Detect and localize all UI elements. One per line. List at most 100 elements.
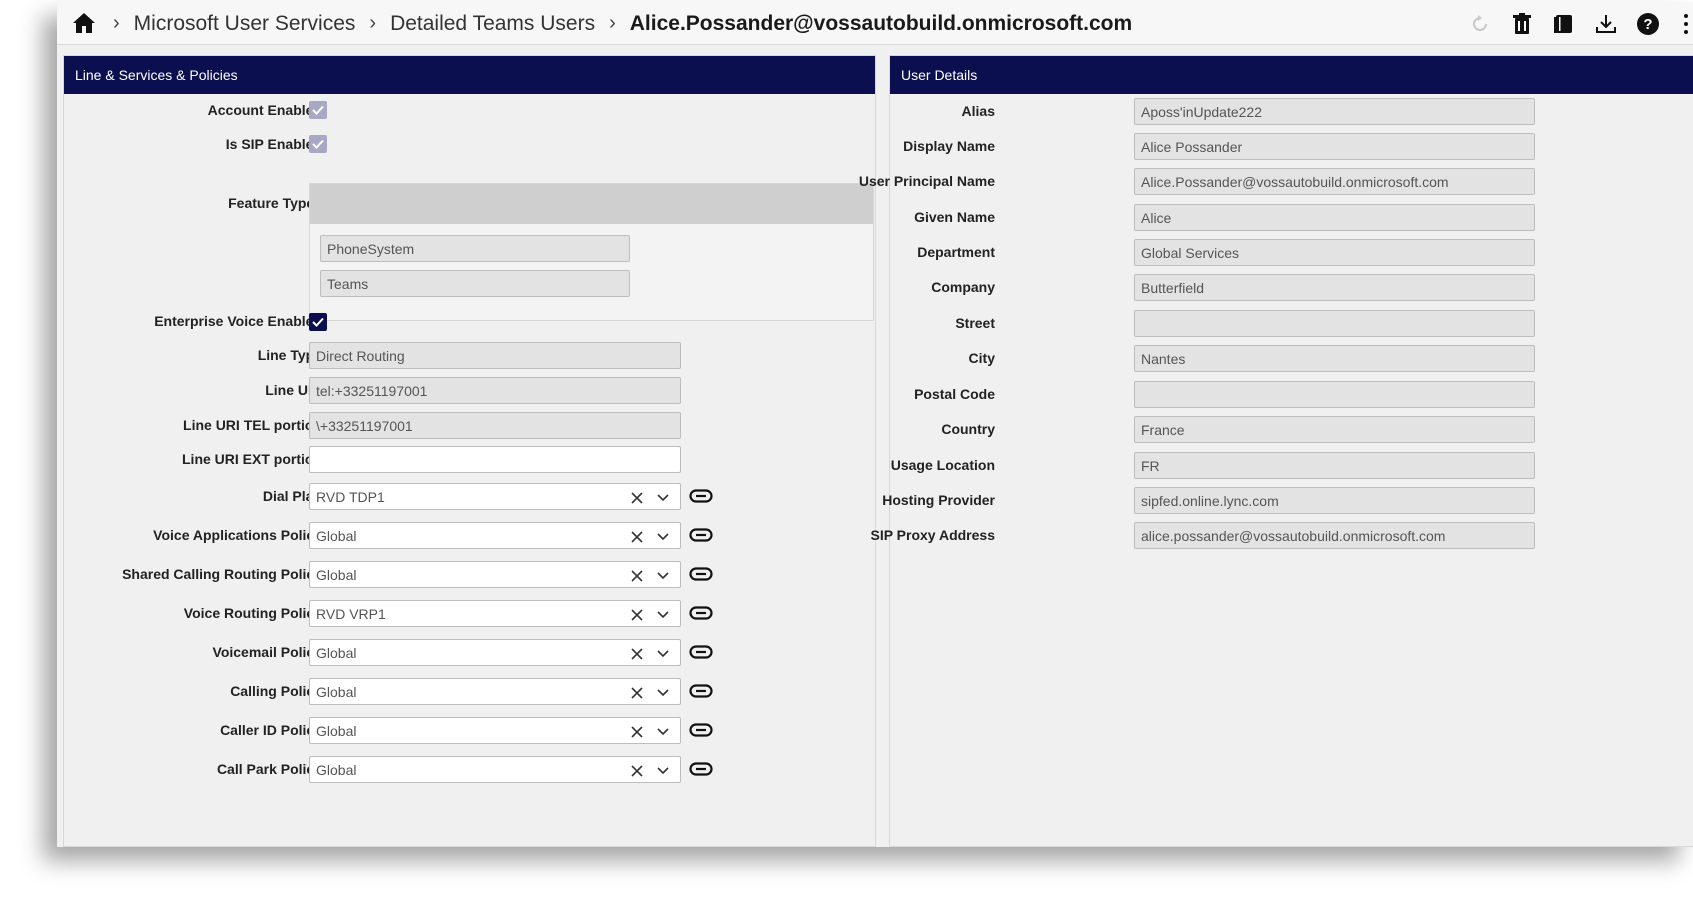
voice-applications-policy-select[interactable]: Global bbox=[309, 522, 681, 549]
clear-icon[interactable] bbox=[626, 640, 648, 665]
user-details-panel: User Details Alias Aposs'inUpdate222 Dis… bbox=[859, 55, 1693, 847]
usage-location-label: Usage Location bbox=[890, 457, 995, 473]
clear-icon[interactable] bbox=[626, 484, 648, 509]
clear-icon[interactable] bbox=[626, 562, 648, 587]
postal-code-field bbox=[1134, 381, 1535, 408]
chevron-down-icon[interactable] bbox=[652, 484, 674, 509]
display-name-field: Alice Possander bbox=[1134, 133, 1535, 160]
company-label: Company bbox=[931, 279, 995, 295]
voice-routing-policy-label: Voice Routing Policy bbox=[183, 605, 322, 621]
chevron-right-icon: › bbox=[113, 12, 120, 34]
voicemail-policy-value: Global bbox=[316, 644, 357, 661]
city-label: City bbox=[968, 350, 995, 366]
voice-routing-policy-select[interactable]: RVD VRP1 bbox=[309, 600, 681, 627]
breadcrumb-item-microsoft-user-services[interactable]: Microsoft User Services bbox=[134, 12, 356, 36]
clear-icon[interactable] bbox=[626, 523, 648, 548]
street-field bbox=[1134, 310, 1535, 337]
breadcrumb-item-detailed-teams-users[interactable]: Detailed Teams Users bbox=[390, 12, 595, 36]
chevron-down-icon[interactable] bbox=[652, 757, 674, 782]
caller-id-policy-select[interactable]: Global bbox=[309, 717, 681, 744]
country-field: France bbox=[1134, 416, 1535, 443]
alias-field: Aposs'inUpdate222 bbox=[1134, 98, 1535, 125]
usage-location-field: FR bbox=[1134, 452, 1535, 479]
chevron-down-icon[interactable] bbox=[652, 523, 674, 548]
chevron-right-icon: › bbox=[609, 12, 616, 34]
shared-calling-routing-policy-select[interactable]: Global bbox=[309, 561, 681, 588]
voicemail-policy-label: Voicemail Policy bbox=[212, 644, 322, 660]
refresh-icon[interactable] bbox=[1467, 11, 1493, 37]
enterprise-voice-enabled-label: Enterprise Voice Enabled bbox=[154, 313, 322, 329]
link-icon[interactable] bbox=[688, 565, 714, 583]
given-name-field: Alice bbox=[1134, 204, 1535, 231]
clear-icon[interactable] bbox=[626, 679, 648, 704]
chevron-down-icon[interactable] bbox=[652, 718, 674, 743]
call-park-policy-value: Global bbox=[316, 761, 357, 778]
postal-code-label: Postal Code bbox=[914, 386, 995, 402]
user-principal-name-field: Alice.Possander@vossautobuild.onmicrosof… bbox=[1134, 168, 1535, 195]
link-icon[interactable] bbox=[688, 604, 714, 622]
check-icon bbox=[312, 105, 324, 115]
voice-applications-policy-label: Voice Applications Policy bbox=[153, 527, 322, 543]
delete-icon[interactable] bbox=[1509, 11, 1535, 37]
feature-types-label: Feature Types bbox=[228, 195, 322, 211]
chevron-down-icon[interactable] bbox=[652, 601, 674, 626]
caller-id-policy-label: Caller ID Policy bbox=[220, 722, 322, 738]
more-vertical-icon[interactable] bbox=[1679, 11, 1693, 37]
download-icon[interactable] bbox=[1593, 11, 1619, 37]
street-label: Street bbox=[955, 315, 995, 331]
city-field: Nantes bbox=[1134, 345, 1535, 372]
link-icon[interactable] bbox=[688, 487, 714, 505]
link-icon[interactable] bbox=[688, 643, 714, 661]
display-name-label: Display Name bbox=[903, 138, 995, 154]
calling-policy-value: Global bbox=[316, 683, 357, 700]
link-icon[interactable] bbox=[688, 526, 714, 544]
link-icon[interactable] bbox=[688, 721, 714, 739]
check-icon bbox=[312, 317, 324, 327]
help-icon[interactable]: ? bbox=[1635, 11, 1661, 37]
company-field: Butterfield bbox=[1134, 274, 1535, 301]
breadcrumb-current: Alice.Possander@vossautobuild.onmicrosof… bbox=[629, 11, 1133, 35]
feature-types-header bbox=[310, 184, 873, 224]
account-enabled-checkbox[interactable] bbox=[309, 101, 327, 119]
feature-types-list: PhoneSystem Teams bbox=[309, 183, 874, 321]
voice-routing-policy-value: RVD VRP1 bbox=[316, 605, 386, 622]
home-icon[interactable] bbox=[71, 11, 97, 35]
line-uri-tel-label: Line URI TEL portion bbox=[183, 417, 322, 433]
voice-applications-policy-value: Global bbox=[316, 527, 357, 544]
link-icon[interactable] bbox=[688, 682, 714, 700]
is-sip-enabled-checkbox[interactable] bbox=[309, 135, 327, 153]
clear-icon[interactable] bbox=[626, 718, 648, 743]
line-services-policies-panel: Line & Services & Policies Account Enabl… bbox=[63, 55, 876, 847]
is-sip-enabled-label: Is SIP Enabled bbox=[225, 136, 322, 152]
feature-item: PhoneSystem bbox=[320, 235, 630, 262]
panel-header: User Details bbox=[890, 56, 1693, 94]
check-icon bbox=[312, 139, 324, 149]
breadcrumb: › Microsoft User Services › Detailed Tea… bbox=[113, 2, 1146, 45]
voicemail-policy-select[interactable]: Global bbox=[309, 639, 681, 666]
chevron-down-icon[interactable] bbox=[652, 679, 674, 704]
line-uri-ext-input[interactable] bbox=[309, 446, 681, 473]
breadcrumb-bar: › Microsoft User Services › Detailed Tea… bbox=[57, 2, 1693, 45]
sip-proxy-address-label: SIP Proxy Address bbox=[870, 527, 995, 543]
calling-policy-select[interactable]: Global bbox=[309, 678, 681, 705]
toolbar: ? bbox=[1451, 2, 1693, 45]
clear-icon[interactable] bbox=[626, 601, 648, 626]
link-icon[interactable] bbox=[688, 760, 714, 778]
line-uri-ext-label: Line URI EXT portion bbox=[182, 451, 322, 467]
chevron-down-icon[interactable] bbox=[652, 562, 674, 587]
given-name-label: Given Name bbox=[914, 209, 995, 225]
svg-text:?: ? bbox=[1643, 16, 1652, 33]
dial-plan-select[interactable]: RVD TDP1 bbox=[309, 483, 681, 510]
hosting-provider-field: sipfed.online.lync.com bbox=[1134, 487, 1535, 514]
clear-icon[interactable] bbox=[626, 757, 648, 782]
line-type-field: Direct Routing bbox=[309, 342, 681, 369]
call-park-policy-select[interactable]: Global bbox=[309, 756, 681, 783]
sip-proxy-address-field: alice.possander@vossautobuild.onmicrosof… bbox=[1134, 522, 1535, 549]
chevron-down-icon[interactable] bbox=[652, 640, 674, 665]
book-icon[interactable] bbox=[1551, 11, 1577, 37]
call-park-policy-label: Call Park Policy bbox=[216, 761, 322, 777]
account-enabled-label: Account Enabled bbox=[207, 102, 322, 118]
enterprise-voice-enabled-checkbox[interactable] bbox=[309, 313, 327, 331]
panel-header: Line & Services & Policies bbox=[64, 56, 875, 94]
line-uri-tel-field: \+33251197001 bbox=[309, 412, 681, 439]
